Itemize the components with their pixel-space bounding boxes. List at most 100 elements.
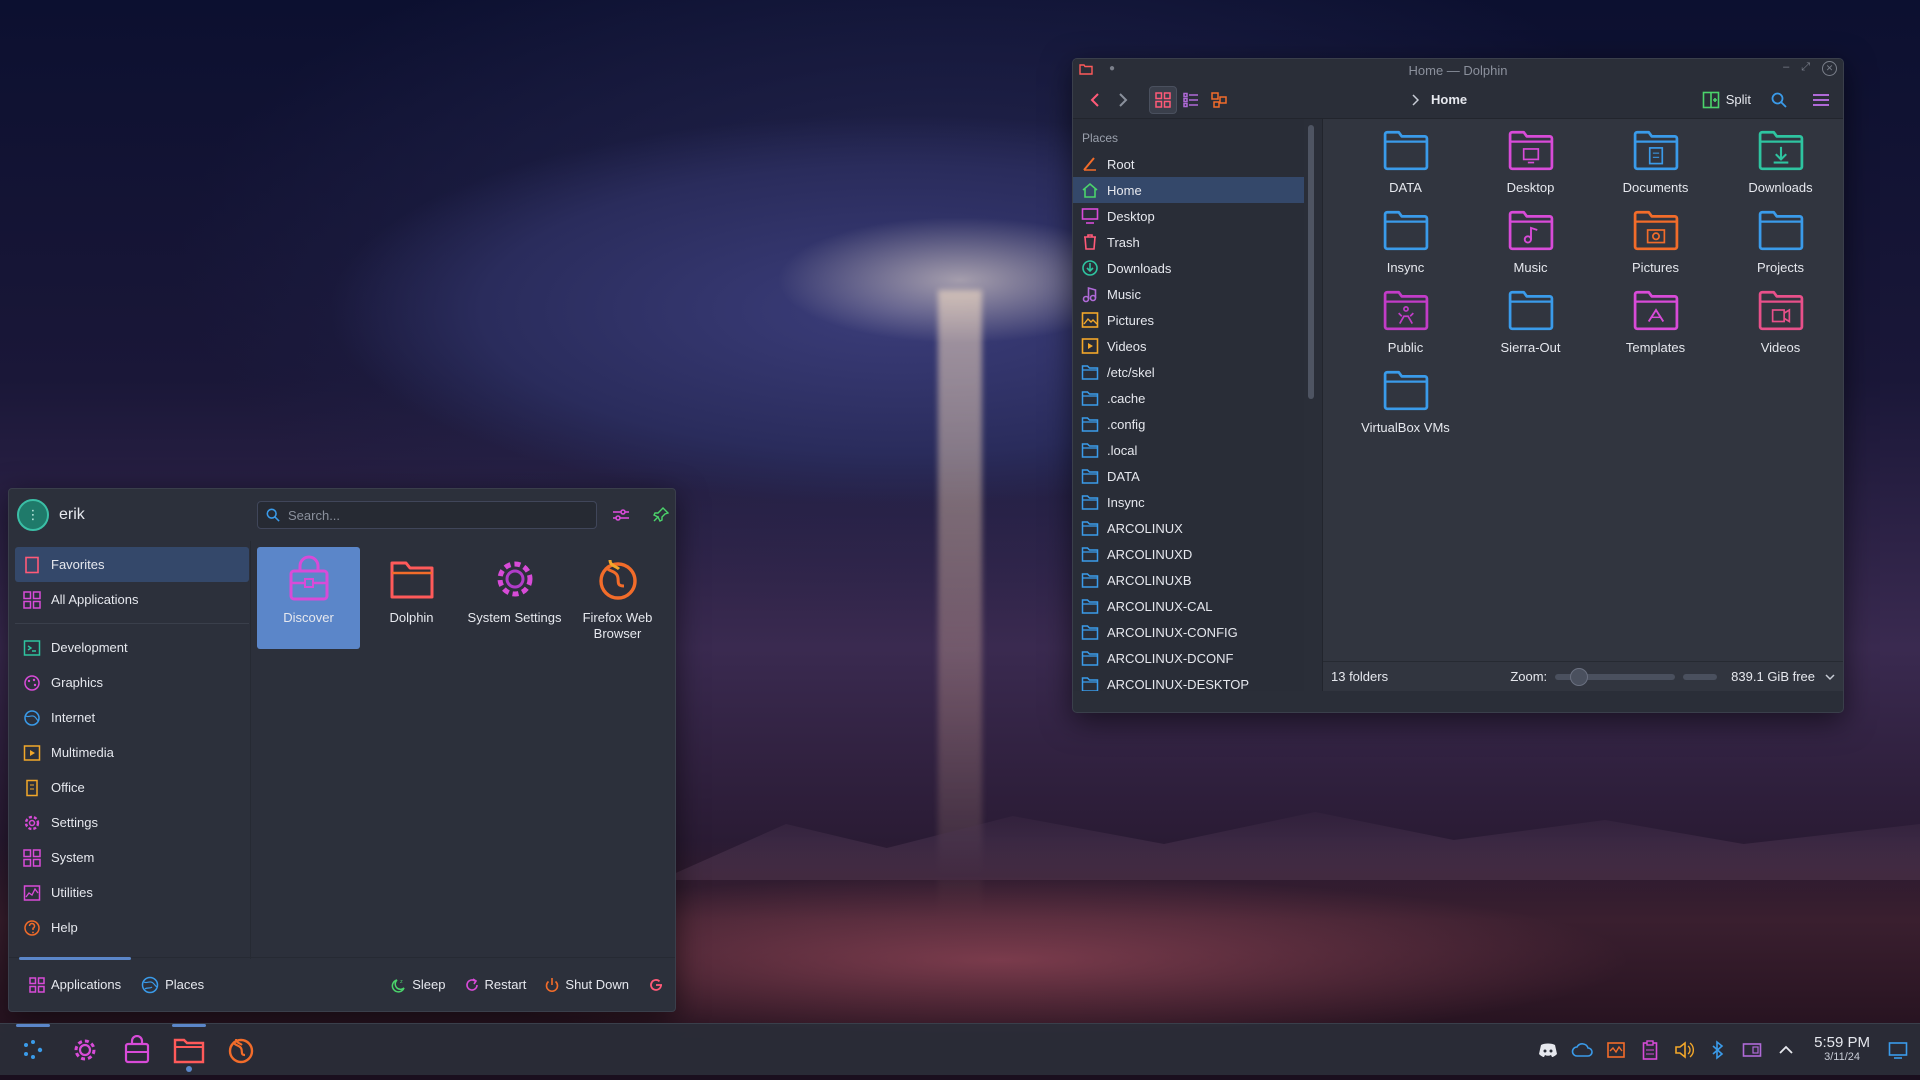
task-system-settings[interactable] [62,1027,108,1073]
details-view-button[interactable] [1177,86,1205,114]
breadcrumb[interactable]: Home [1411,92,1467,107]
category-item[interactable]: Utilities [15,875,249,910]
show-desktop-button[interactable] [1886,1038,1910,1062]
places-item[interactable]: Trash [1073,229,1304,255]
folder-desktop-icon [1508,129,1554,174]
category-item[interactable]: Development [15,630,249,665]
places-item[interactable]: .local [1073,437,1304,463]
places-item[interactable]: ARCOLINUXB [1073,567,1304,593]
tray-volume[interactable] [1672,1038,1696,1062]
favorite-app[interactable]: Firefox Web Browser [566,547,669,649]
places-item[interactable]: Insync [1073,489,1304,515]
free-space[interactable]: 839.1 GiB free [1731,669,1835,684]
places-item[interactable]: ARCOLINUXD [1073,541,1304,567]
zoom-slider[interactable] [1555,667,1676,686]
file-item[interactable]: Templates [1593,289,1718,369]
on-all-desktops-icon[interactable]: ● [1109,63,1115,74]
dolphin-toolbar: Home Split [1073,81,1843,119]
tray-cloud[interactable] [1570,1038,1594,1062]
file-item[interactable]: Documents [1593,129,1718,209]
breadcrumb-home[interactable]: Home [1431,92,1467,107]
places-item-label: Root [1107,156,1135,172]
split-button[interactable]: Split [1702,91,1751,109]
places-item[interactable]: .cache [1073,385,1304,411]
tab-places[interactable]: Places [131,958,214,1012]
category-item[interactable]: All Applications [15,582,249,617]
configure-button[interactable] [609,503,633,527]
file-item[interactable]: Downloads [1718,129,1843,209]
category-item[interactable]: Office [15,770,249,805]
tray-clipboard[interactable] [1638,1038,1662,1062]
places-item[interactable]: Home [1073,177,1304,203]
file-item[interactable]: Videos [1718,289,1843,369]
places-item[interactable]: Videos [1073,333,1304,359]
places-item[interactable]: Downloads [1073,255,1304,281]
tab-applications[interactable]: Applications [19,956,132,1012]
places-item[interactable]: Pictures [1073,307,1304,333]
file-item[interactable]: Public [1343,289,1468,369]
places-item[interactable]: Root [1073,151,1304,177]
file-item[interactable]: Insync [1343,209,1468,289]
category-item[interactable]: Multimedia [15,735,249,770]
maximize-icon[interactable]: ⤢ [1801,61,1810,76]
task-dolphin[interactable] [166,1023,212,1073]
avatar[interactable]: ⋮ [17,499,49,531]
favorite-app[interactable]: Discover [257,547,360,649]
back-button[interactable] [1081,86,1109,114]
file-item[interactable]: Music [1468,209,1593,289]
category-item[interactable]: Graphics [15,665,249,700]
tree-view-button[interactable] [1205,86,1233,114]
task-firefox[interactable] [218,1027,264,1073]
places-item[interactable]: ARCOLINUX-DESKTOP [1073,671,1304,691]
places-item[interactable]: ARCOLINUX-DCONF [1073,645,1304,671]
tray-discord[interactable] [1536,1038,1560,1062]
category-item[interactable]: Settings [15,805,249,840]
search-input[interactable] [288,507,578,523]
file-item[interactable]: Pictures [1593,209,1718,289]
places-item[interactable]: .config [1073,411,1304,437]
digital-clock[interactable]: 5:59 PM 3/11/24 [1814,1035,1870,1064]
places-item[interactable]: ARCOLINUX [1073,515,1304,541]
tray-kdeconnect[interactable] [1740,1038,1764,1062]
favorite-app[interactable]: Dolphin [360,547,463,649]
places-item[interactable]: /etc/skel [1073,359,1304,385]
forward-button[interactable] [1109,86,1137,114]
folder-downloads-icon [1758,129,1804,174]
category-item[interactable]: Favorites [15,547,249,582]
category-item[interactable]: Help [15,910,249,945]
file-item[interactable]: Projects [1718,209,1843,289]
icons-view-button[interactable] [1149,85,1177,114]
tray-bluetooth[interactable] [1706,1038,1730,1062]
category-item[interactable]: Internet [15,700,249,735]
places-item[interactable]: ARCOLINUX-CONFIG [1073,619,1304,645]
search-box[interactable] [257,501,597,529]
dolphin-app-icon[interactable] [1079,63,1093,78]
category-item[interactable]: System [15,840,249,875]
leave-button[interactable] [647,976,665,994]
places-scrollbar[interactable] [1307,125,1314,399]
search-button[interactable] [1765,86,1793,114]
file-item[interactable]: Sierra-Out [1468,289,1593,369]
tray-monitor[interactable] [1604,1038,1628,1062]
tray-expand[interactable] [1774,1038,1798,1062]
pin-button[interactable] [649,503,673,527]
hamburger-menu-button[interactable] [1807,86,1835,114]
file-item[interactable]: VirtualBox VMs [1343,369,1468,449]
file-item[interactable]: Desktop [1468,129,1593,209]
task-discover[interactable] [114,1027,160,1073]
places-item[interactable]: Music [1073,281,1304,307]
places-item[interactable]: Desktop [1073,203,1304,229]
shutdown-button[interactable]: Shut Down [544,977,629,993]
places-item[interactable]: ARCOLINUX-CAL [1073,593,1304,619]
places-item[interactable]: DATA [1073,463,1304,489]
restart-button[interactable]: Restart [464,977,526,993]
minimize-icon[interactable]: – [1783,61,1789,76]
file-item[interactable]: DATA [1343,129,1468,209]
dolphin-titlebar[interactable]: ● Home — Dolphin – ⤢ ✕ [1073,59,1843,81]
close-icon[interactable]: ✕ [1822,61,1837,76]
root-icon [1081,155,1099,173]
favorite-app[interactable]: System Settings [463,547,566,649]
zoom-slider-handle[interactable] [1570,667,1589,686]
launcher-button[interactable] [10,1023,56,1073]
sleep-button[interactable]: z Sleep [391,977,446,993]
